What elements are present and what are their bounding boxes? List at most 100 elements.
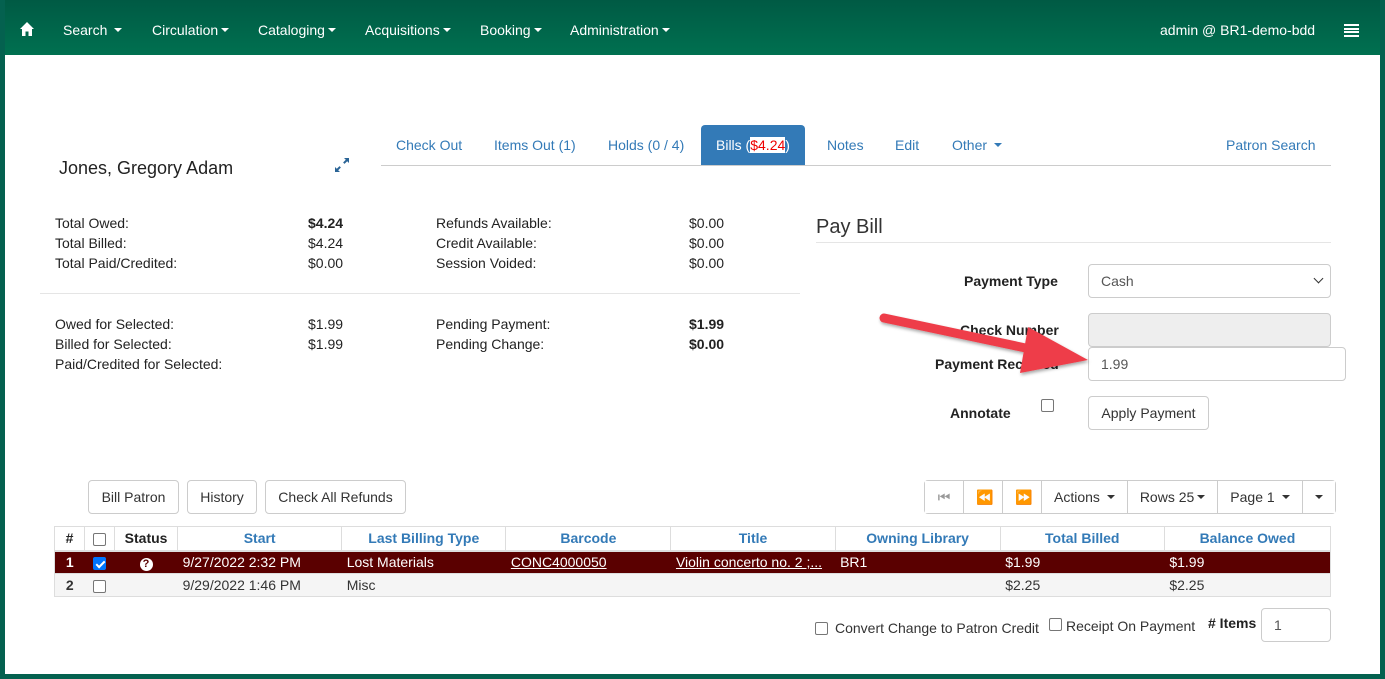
session-voided-value: $0.00 <box>689 255 725 271</box>
row-title-link[interactable]: Violin concerto no. 2 ;... <box>676 554 822 570</box>
col-header-total-billed[interactable]: Total Billed <box>999 526 1165 552</box>
bill-patron-button[interactable]: Bill Patron <box>88 480 179 514</box>
rows-dropdown[interactable]: Rows 25 <box>1127 481 1219 513</box>
nav-circulation[interactable]: Circulation <box>152 22 230 38</box>
caret-down-icon <box>221 28 230 33</box>
refunds-available-value: $0.00 <box>689 215 725 231</box>
col-header-status[interactable]: Status <box>114 526 179 552</box>
payment-type-select[interactable]: Cash <box>1088 264 1331 298</box>
tab-check-out[interactable]: Check Out <box>381 125 477 165</box>
nav-booking[interactable]: Booking <box>480 22 542 38</box>
items-count-input[interactable]: 1 <box>1261 608 1331 642</box>
nav-search[interactable]: Search <box>63 22 123 38</box>
tab-bills[interactable]: Bills ($4.24) <box>701 125 805 165</box>
row-status <box>114 573 178 597</box>
col-header-library[interactable]: Owning Library <box>834 526 1001 552</box>
annotate-label: Annotate <box>950 405 1011 421</box>
session-voided-label: Session Voided: <box>436 255 537 271</box>
row-checkbox[interactable] <box>93 557 107 571</box>
total-paid-label: Total Paid/Credited: <box>55 255 178 271</box>
logged-in-user[interactable]: admin @ BR1-demo-bdd <box>1160 22 1315 38</box>
row-barcode-link[interactable]: CONC4000050 <box>511 554 607 570</box>
owed-selected-value: $1.99 <box>308 316 344 332</box>
tab-other[interactable]: Other <box>937 125 1017 165</box>
total-billed-value: $4.24 <box>308 235 344 251</box>
col-header-start[interactable]: Start <box>177 526 343 552</box>
nav-administration[interactable]: Administration <box>570 22 670 38</box>
row-billing-type: Misc <box>341 573 506 597</box>
nav-cataloging[interactable]: Cataloging <box>258 22 336 38</box>
caret-down-icon <box>327 28 336 33</box>
convert-change-checkbox[interactable] <box>815 622 828 635</box>
col-header-barcode[interactable]: Barcode <box>505 526 672 552</box>
check-all-refunds-button[interactable]: Check All Refunds <box>265 480 406 514</box>
select-all-checkbox[interactable] <box>93 533 107 547</box>
pending-change-value: $0.00 <box>689 336 725 352</box>
previous-page-icon[interactable]: ⏪ <box>964 481 1003 513</box>
credit-available-value: $0.00 <box>689 235 725 251</box>
nav-acquisitions[interactable]: Acquisitions <box>365 22 451 38</box>
tab-items-out[interactable]: Items Out (1) <box>479 125 591 165</box>
list-icon[interactable] <box>1344 24 1359 37</box>
billed-selected-value: $1.99 <box>308 336 344 352</box>
row-library: BR1 <box>835 550 1001 574</box>
total-paid-value: $0.00 <box>308 255 344 271</box>
refunds-available-label: Refunds Available: <box>436 215 552 231</box>
patron-search-link[interactable]: Patron Search <box>1226 137 1316 153</box>
col-header-select-all[interactable] <box>84 526 116 552</box>
receipt-on-payment-label: Receipt On Payment <box>1066 618 1196 634</box>
patron-name: Jones, Gregory Adam <box>59 158 234 178</box>
credit-available-label: Credit Available: <box>436 235 537 251</box>
home-icon[interactable] <box>19 21 35 37</box>
col-header-number: # <box>53 526 86 552</box>
caret-down-icon <box>1314 495 1323 500</box>
history-button[interactable]: History <box>187 480 257 514</box>
actions-dropdown[interactable]: Actions <box>1042 481 1128 513</box>
grid-header-row: # Status Start Last Billing Type Barcode… <box>53 526 1332 552</box>
row-barcode <box>505 573 671 597</box>
bills-grid: # Status Start Last Billing Type Barcode… <box>53 526 1332 597</box>
row-total-billed: $1.99 <box>1000 550 1165 574</box>
caret-down-icon <box>114 28 123 33</box>
caret-down-icon <box>1106 495 1115 500</box>
total-owed-value: $4.24 <box>308 215 344 231</box>
row-billing-type: Lost Materials <box>341 550 506 574</box>
top-navbar: Search Circulation Cataloging Acquisitio… <box>5 0 1380 55</box>
tab-edit[interactable]: Edit <box>880 125 934 165</box>
convert-change-label: Convert Change to Patron Credit <box>835 620 1039 636</box>
col-header-billing-type[interactable]: Last Billing Type <box>341 526 507 552</box>
apply-payment-button[interactable]: Apply Payment <box>1088 396 1209 430</box>
paid-selected-label: Paid/Credited for Selected: <box>55 356 223 372</box>
row-checkbox[interactable] <box>93 579 107 593</box>
first-page-icon[interactable]: ⏮ <box>925 481 964 513</box>
pay-bill-heading: Pay Bill <box>816 216 883 238</box>
table-row[interactable]: 1 ? 9/27/2022 2:32 PM Lost Materials CON… <box>54 550 1331 574</box>
col-header-title[interactable]: Title <box>670 526 836 552</box>
caret-down-icon <box>1281 495 1290 500</box>
check-number-input[interactable] <box>1088 313 1331 347</box>
annotate-checkbox[interactable] <box>1041 399 1054 412</box>
bills-amount: $4.24 <box>750 137 786 153</box>
billed-selected-label: Billed for Selected: <box>55 336 172 352</box>
column-options-dropdown[interactable] <box>1302 481 1335 513</box>
next-page-icon[interactable]: ⏩ <box>1003 481 1042 513</box>
pay-bill-divider <box>816 242 1331 243</box>
row-balance-owed: $1.99 <box>1164 550 1331 574</box>
table-row[interactable]: 2 9/29/2022 1:46 PM Misc $2.25 $2.25 <box>54 573 1331 597</box>
row-number: 2 <box>54 573 85 597</box>
receipt-on-payment-checkbox[interactable] <box>1049 618 1062 631</box>
tab-holds[interactable]: Holds (0 / 4) <box>593 125 699 165</box>
col-header-balance-owed[interactable]: Balance Owed <box>1163 526 1332 552</box>
page-dropdown[interactable]: Page 1 <box>1218 481 1303 513</box>
expand-icon[interactable] <box>332 155 352 175</box>
row-balance-owed: $2.25 <box>1164 573 1331 597</box>
check-number-label: Check Number <box>960 322 1059 338</box>
row-library <box>835 573 1001 597</box>
tab-notes[interactable]: Notes <box>812 125 879 165</box>
payment-received-input[interactable]: 1.99 <box>1088 347 1346 381</box>
row-number: 1 <box>54 550 85 574</box>
total-owed-label: Total Owed: <box>55 215 129 231</box>
items-count-label: # Items <box>1208 615 1257 631</box>
grid-toolbar: ⏮ ⏪ ⏩ Actions Rows 25 Page 1 <box>924 480 1336 514</box>
caret-down-icon <box>661 28 670 33</box>
